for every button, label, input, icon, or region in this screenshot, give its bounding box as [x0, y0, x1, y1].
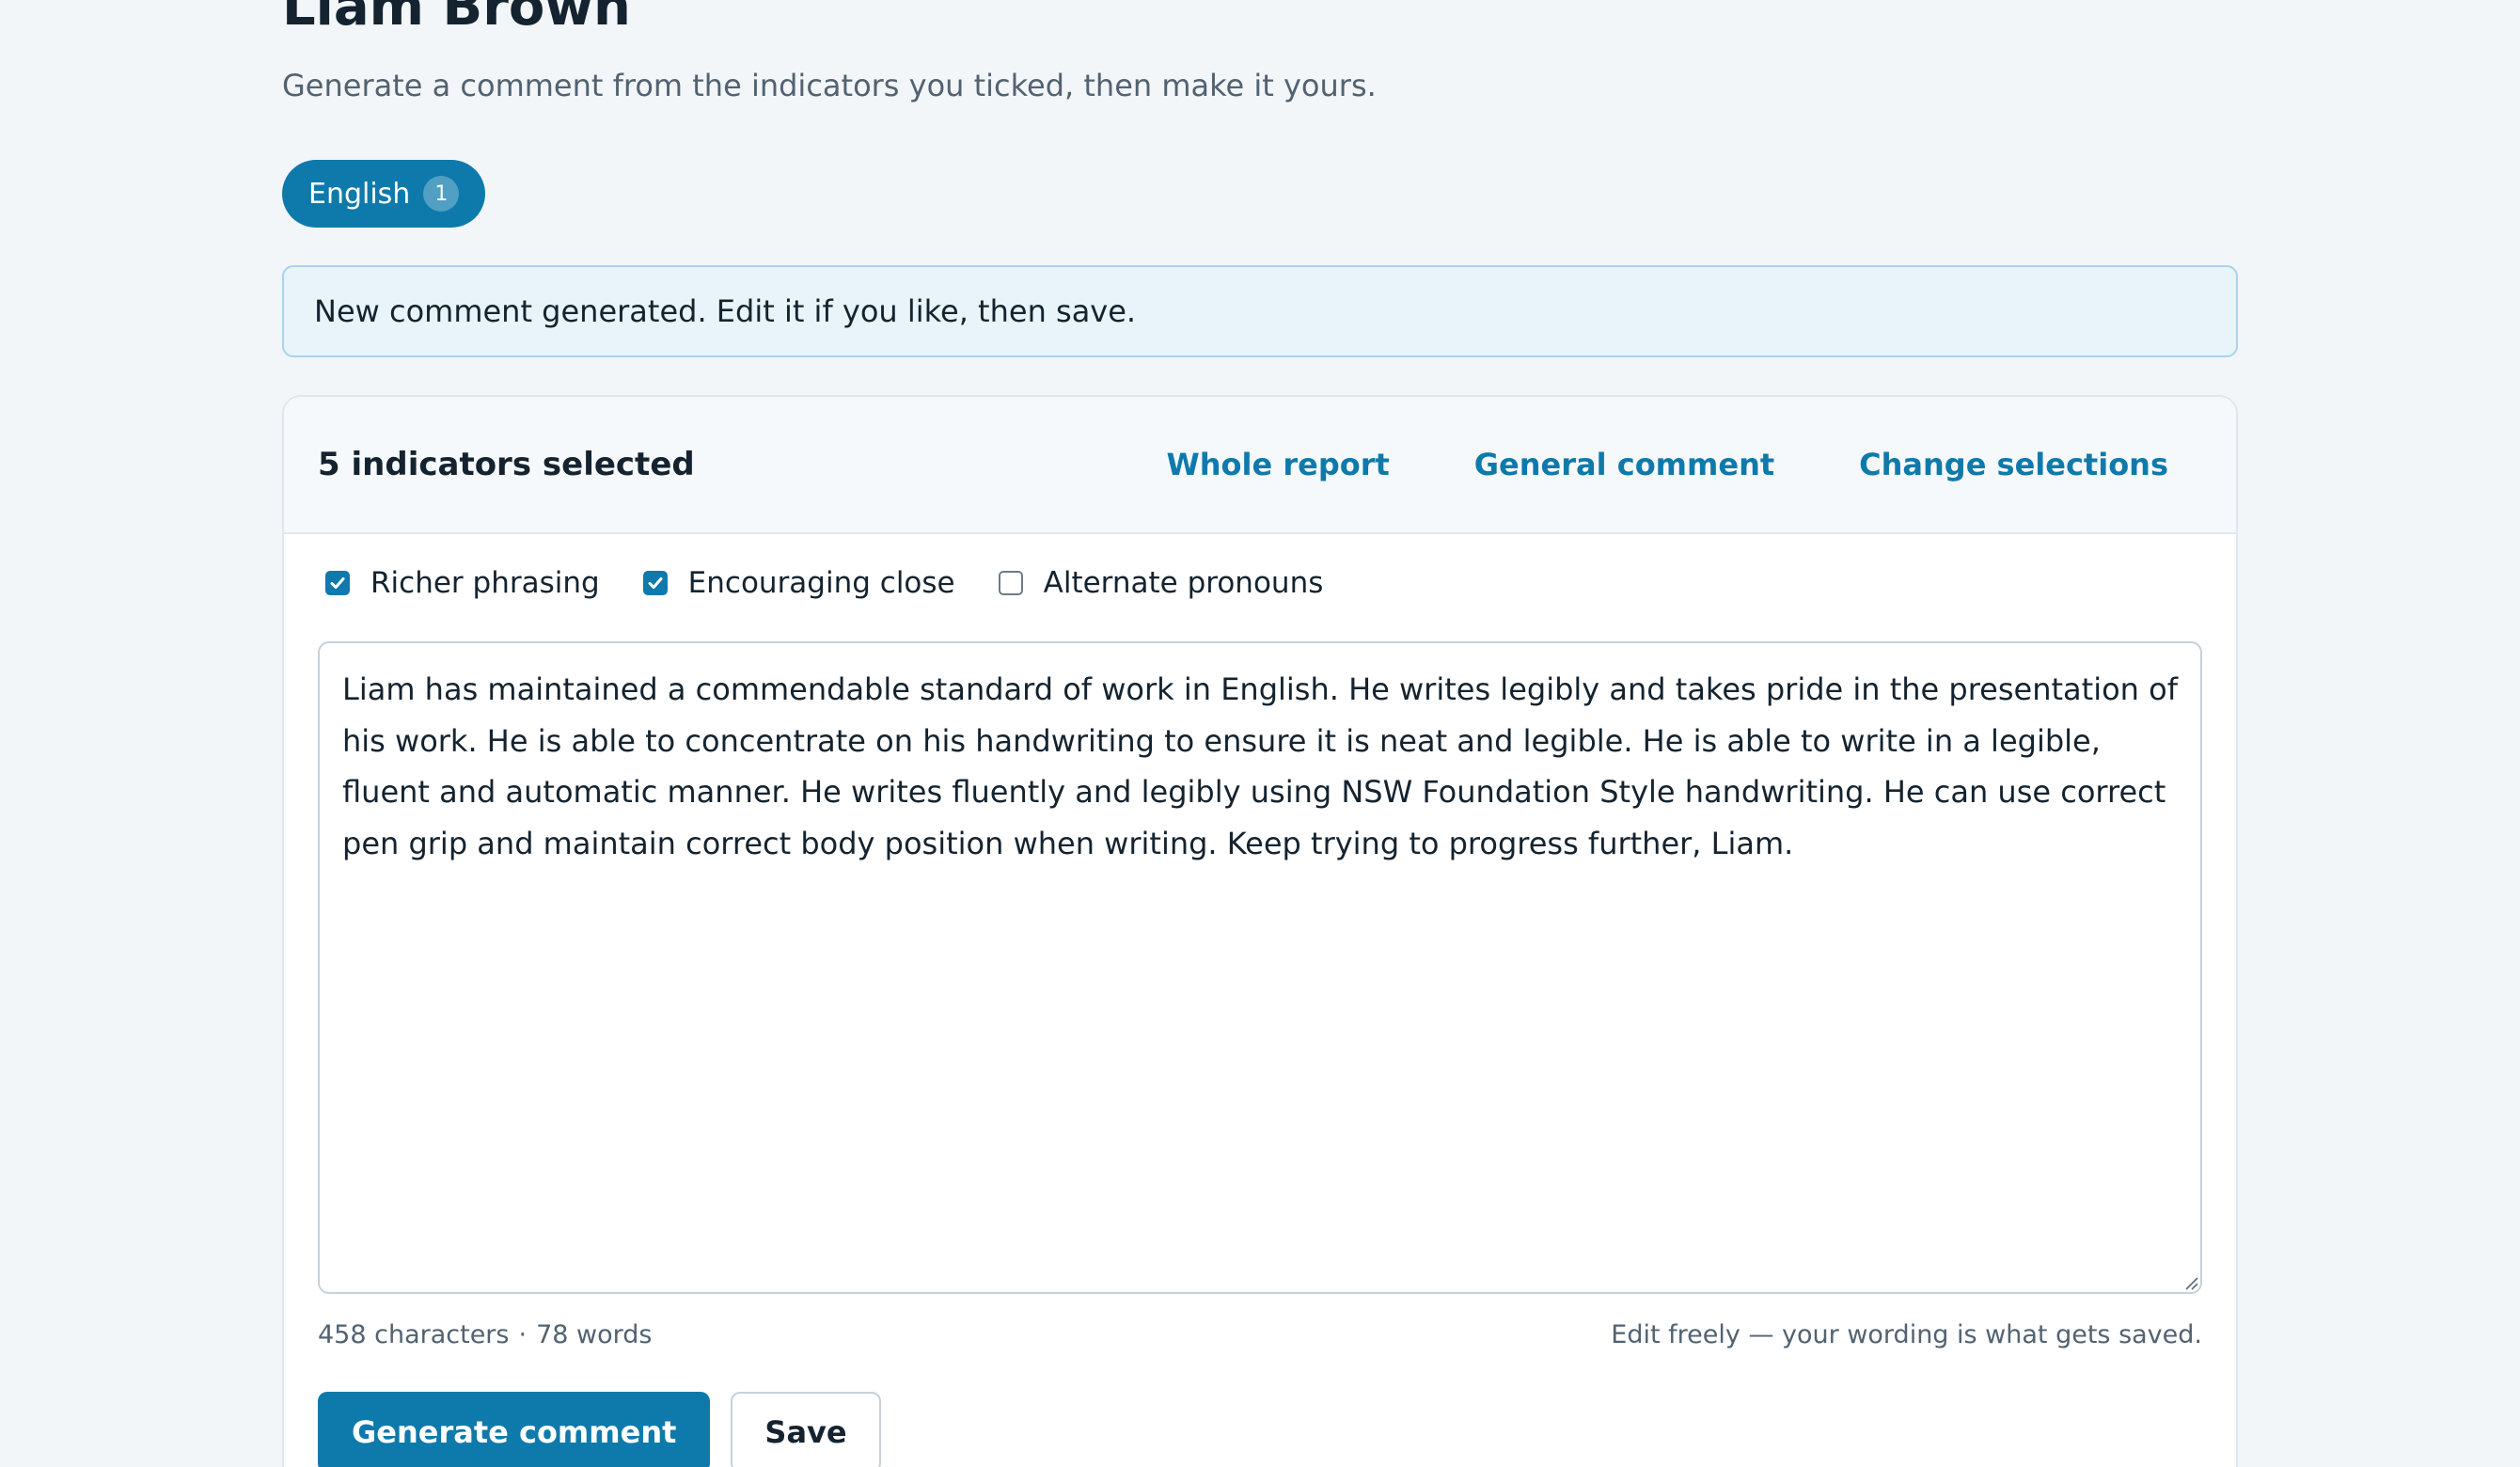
word-count: 78 words — [536, 1320, 653, 1349]
character-count: 458 characters — [318, 1320, 510, 1349]
alternate-pronouns-label: Alternate pronouns — [1043, 566, 1324, 600]
save-button[interactable]: Save — [731, 1392, 881, 1467]
comment-textarea[interactable]: Liam has maintained a commendable standa… — [318, 641, 2202, 1294]
card-header: 5 indicators selected Whole report Gener… — [284, 397, 2236, 534]
status-notice: New comment generated. Edit it if you li… — [282, 265, 2238, 357]
comment-stats: 458 characters · 78 words — [318, 1320, 652, 1349]
edit-hint: Edit freely — your wording is what gets … — [1611, 1320, 2202, 1349]
indicators-count-title: 5 indicators selected — [318, 446, 695, 483]
richer-phrasing-label: Richer phrasing — [370, 566, 600, 600]
stats-separator: · — [518, 1320, 528, 1349]
page: Liam Brown Generate a comment from the i… — [0, 0, 2520, 1467]
comment-actions: Generate comment Save — [318, 1392, 881, 1467]
option-alternate-pronouns[interactable]: Alternate pronouns — [998, 566, 1324, 600]
subject-tab-english[interactable]: English 1 — [282, 160, 486, 228]
page-subtitle: Generate a comment from the indicators y… — [282, 68, 1377, 103]
encouraging-close-label: Encouraging close — [687, 566, 955, 600]
resize-grip-icon[interactable] — [2183, 1275, 2198, 1290]
subject-count-badge: 1 — [423, 176, 460, 212]
alternate-pronouns-checkbox[interactable] — [998, 571, 1023, 595]
generate-comment-button[interactable]: Generate comment — [318, 1392, 711, 1467]
card-links: Whole report General comment Change sele… — [1166, 447, 2202, 482]
comment-footer: 458 characters · 78 words Edit freely — yo… — [318, 1320, 2202, 1349]
option-richer-phrasing[interactable]: Richer phrasing — [325, 566, 600, 600]
richer-phrasing-checkbox[interactable] — [325, 571, 350, 595]
comment-card: 5 indicators selected Whole report Gener… — [282, 395, 2238, 1467]
whole-report-link[interactable]: Whole report — [1166, 447, 1389, 482]
change-selections-link[interactable]: Change selections — [1859, 447, 2168, 482]
subject-tab-label: English — [308, 177, 411, 211]
encouraging-close-checkbox[interactable] — [642, 571, 668, 595]
check-icon — [648, 577, 663, 589]
general-comment-link[interactable]: General comment — [1474, 447, 1774, 482]
check-icon — [330, 577, 345, 589]
status-notice-text: New comment generated. Edit it if you li… — [314, 293, 1137, 329]
generation-options: Richer phrasing Encouraging close Altern… — [325, 566, 1323, 600]
option-encouraging-close[interactable]: Encouraging close — [642, 566, 955, 600]
page-title: Liam Brown — [282, 0, 631, 38]
